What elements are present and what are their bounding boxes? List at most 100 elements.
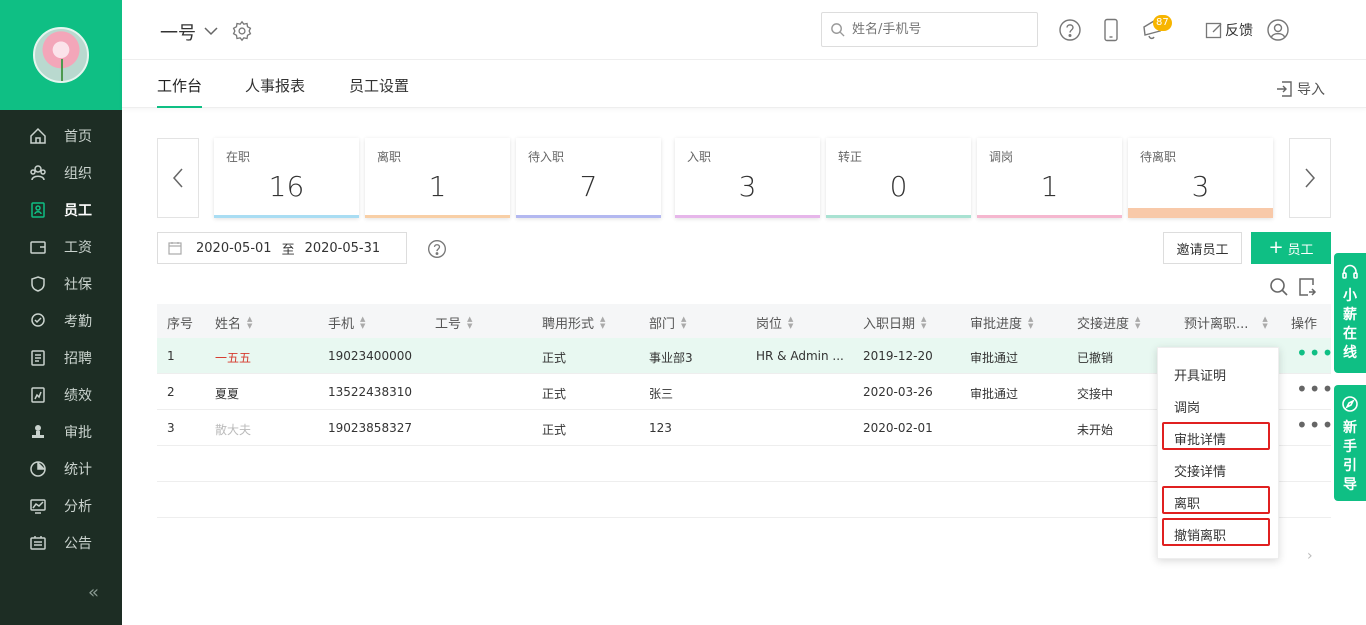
- invite-employee-button[interactable]: 邀请员工: [1163, 232, 1242, 264]
- menu-item-issue-certificate[interactable]: 开具证明: [1174, 365, 1226, 384]
- sidebar-item-recruit[interactable]: 招聘: [0, 339, 122, 376]
- menu-item-transfer[interactable]: 调岗: [1174, 397, 1200, 416]
- home-icon: [29, 127, 47, 145]
- stat-value: 3: [738, 170, 757, 203]
- cell-dept: 张三: [649, 387, 674, 401]
- sort-icon[interactable]: ▲ ▼: [1135, 315, 1140, 330]
- more-actions-icon[interactable]: •••: [1296, 379, 1334, 399]
- sort-icon[interactable]: ▲ ▼: [788, 315, 793, 330]
- help-icon[interactable]: [427, 239, 447, 259]
- more-actions-icon[interactable]: •••: [1296, 343, 1334, 363]
- sidebar-item-attendance[interactable]: 考勤: [0, 302, 122, 339]
- date-range-picker[interactable]: 2020-05-01 至 2020-05-31: [157, 232, 407, 264]
- sort-icon[interactable]: ▲ ▼: [360, 315, 365, 330]
- empty-row: [157, 446, 1331, 482]
- sidebar-item-analysis[interactable]: 分析: [0, 487, 122, 524]
- stat-card-pending-resign[interactable]: 待离职 3: [1128, 138, 1273, 218]
- column-header[interactable]: 姓名 ▲ ▼: [215, 313, 252, 332]
- stat-card-regularized[interactable]: 转正 0: [826, 138, 971, 218]
- column-header[interactable]: 岗位 ▲ ▼: [756, 313, 793, 332]
- column-header[interactable]: 审批进度 ▲ ▼: [970, 313, 1033, 332]
- sort-icon[interactable]: ▲ ▼: [1262, 315, 1267, 330]
- sort-icon[interactable]: ▲ ▼: [921, 315, 926, 330]
- menu-item-handover-details[interactable]: 交接详情: [1174, 461, 1226, 480]
- table-row[interactable]: 1 一五五 19023400000 正式 事业部3 HR & Admin ...…: [157, 338, 1334, 374]
- column-header[interactable]: 工号 ▲ ▼: [435, 313, 472, 332]
- import-button[interactable]: 导入: [1275, 79, 1325, 99]
- sidebar-item-notice[interactable]: 公告: [0, 524, 122, 561]
- cell-handover: 已撤销: [1077, 351, 1114, 365]
- avatar[interactable]: [33, 27, 89, 83]
- cell-no: 1: [167, 349, 175, 363]
- search-icon[interactable]: [1269, 277, 1289, 297]
- sort-icon[interactable]: ▲ ▼: [600, 315, 605, 330]
- stat-card-active[interactable]: 在职 16: [214, 138, 359, 218]
- company-switcher[interactable]: 一号: [160, 19, 218, 45]
- cell-name[interactable]: 夏夏: [215, 385, 239, 402]
- sidebar-item-statistics[interactable]: 统计: [0, 450, 122, 487]
- column-header[interactable]: 入职日期 ▲ ▼: [863, 313, 926, 332]
- add-employee-button[interactable]: + 员工: [1251, 232, 1331, 264]
- employee-table: 序号 姓名 ▲ ▼ 手机 ▲ ▼ 工号 ▲ ▼ 聘用形式 ▲ ▼ 部门 ▲ ▼ 岗位 ▲ ▼ 入职日期 ▲…: [157, 304, 1334, 518]
- collapse-sidebar-button[interactable]: «: [88, 582, 99, 603]
- sidebar-item-org[interactable]: 组织: [0, 154, 122, 191]
- cell-handover: 交接中: [1077, 387, 1114, 401]
- stat-card-transferred[interactable]: 调岗 1: [977, 138, 1122, 218]
- sidebar-item-label: 员工: [64, 202, 92, 219]
- table-row[interactable]: 2 夏夏 13522438310 正式 张三 2020-03-26 审批通过 交…: [157, 374, 1334, 410]
- column-header[interactable]: 聘用形式 ▲ ▼: [542, 313, 605, 332]
- sidebar-header: [0, 0, 122, 110]
- cell-name[interactable]: 散大夫: [215, 421, 251, 438]
- help-icon[interactable]: [1058, 18, 1082, 42]
- main-tabs: 工作台 人事报表 员工设置 导入: [122, 60, 1366, 108]
- sidebar-item-label: 分析: [64, 498, 92, 515]
- menu-item-approval-details[interactable]: 审批详情: [1174, 429, 1226, 448]
- sidebar-item-social-security[interactable]: 社保: [0, 265, 122, 302]
- stat-card-pending-onboard[interactable]: 待入职 7: [516, 138, 661, 218]
- column-header[interactable]: 手机 ▲ ▼: [328, 313, 365, 332]
- column-header[interactable]: 部门 ▲ ▼: [649, 313, 686, 332]
- tab-employee-settings[interactable]: 员工设置: [349, 75, 409, 96]
- user-icon[interactable]: [1266, 18, 1290, 42]
- cell-phone: 19023858327: [328, 421, 412, 435]
- org-icon: [29, 164, 47, 182]
- sidebar-item-approval[interactable]: 审批: [0, 413, 122, 450]
- menu-item-cancel-resign[interactable]: 撤销离职: [1174, 525, 1226, 544]
- stat-card-resigned[interactable]: 离职 1: [365, 138, 510, 218]
- column-header[interactable]: 交接进度 ▲ ▼: [1077, 313, 1140, 332]
- headset-icon: [1342, 264, 1358, 279]
- sort-icon[interactable]: ▲ ▼: [681, 315, 686, 330]
- column-header[interactable]: 预计离职... ▲ ▼: [1184, 313, 1268, 332]
- menu-item-resign[interactable]: 离职: [1174, 493, 1200, 512]
- float-online-support[interactable]: 小薪在线: [1334, 253, 1366, 373]
- stat-card-onboarded[interactable]: 入职 3: [675, 138, 820, 218]
- sort-icon[interactable]: ▲ ▼: [247, 315, 252, 330]
- sort-icon[interactable]: ▲ ▼: [467, 315, 472, 330]
- table-row[interactable]: 3 散大夫 19023858327 正式 123 2020-02-01 未开始 …: [157, 410, 1334, 446]
- more-actions-icon[interactable]: •••: [1296, 415, 1334, 435]
- sort-icon[interactable]: ▲ ▼: [1028, 315, 1033, 330]
- sidebar-item-home[interactable]: 首页: [0, 117, 122, 154]
- stat-label: 待离职: [1140, 150, 1177, 164]
- search-box[interactable]: [821, 12, 1038, 47]
- search-icon: [831, 23, 845, 37]
- search-input[interactable]: [852, 22, 1032, 37]
- feedback-button[interactable]: 反馈: [1205, 20, 1253, 40]
- cell-approval: 审批通过: [970, 351, 1019, 365]
- edit-icon: [1205, 22, 1222, 39]
- stat-label: 离职: [377, 150, 402, 164]
- feedback-label: 反馈: [1225, 23, 1253, 39]
- tab-hr-reports[interactable]: 人事报表: [245, 75, 305, 96]
- sidebar-item-performance[interactable]: 绩效: [0, 376, 122, 413]
- export-icon[interactable]: [1297, 277, 1317, 297]
- stats-prev-button[interactable]: [157, 138, 199, 218]
- stats-next-button[interactable]: [1289, 138, 1331, 218]
- pager-next-button[interactable]: ›: [1307, 548, 1313, 564]
- mobile-icon[interactable]: [1099, 18, 1123, 42]
- sidebar-item-salary[interactable]: 工资: [0, 228, 122, 265]
- sidebar-item-employee[interactable]: 员工: [0, 191, 122, 228]
- tab-workbench[interactable]: 工作台: [157, 75, 203, 108]
- float-beginner-guide[interactable]: 新手引导: [1334, 385, 1366, 501]
- gear-icon[interactable]: [231, 20, 253, 42]
- cell-name[interactable]: 一五五: [215, 349, 251, 366]
